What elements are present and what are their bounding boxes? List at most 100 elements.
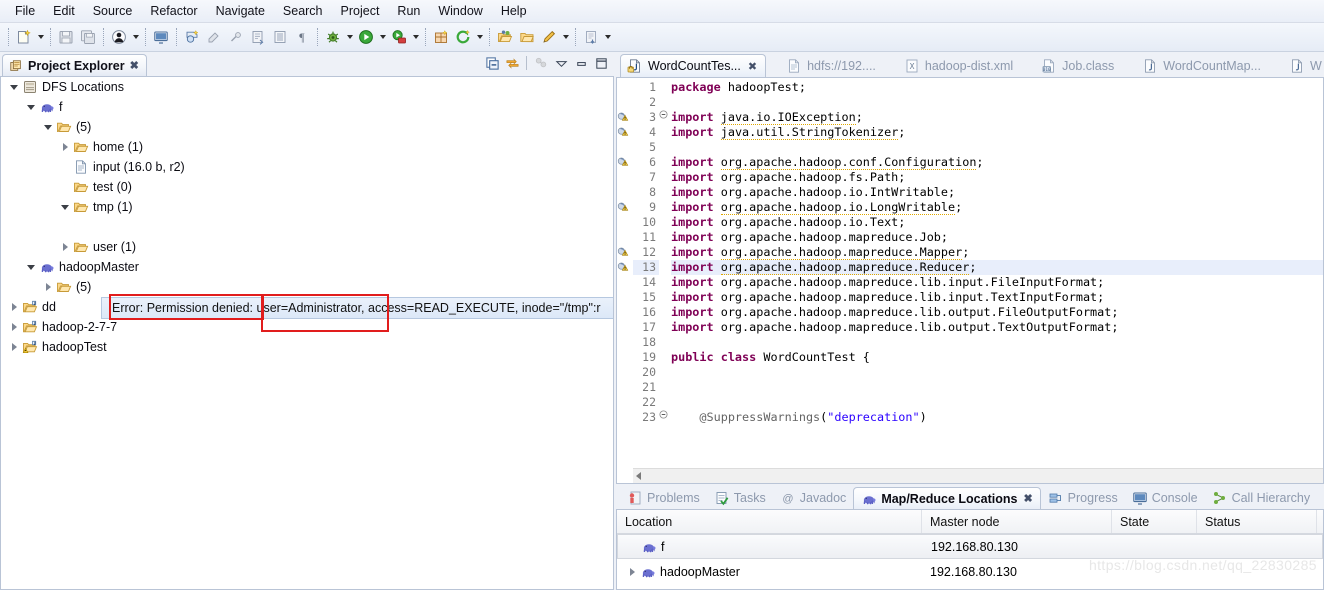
fold-collapse-icon[interactable]: [659, 110, 671, 125]
dropdown-arrow-icon[interactable]: [474, 26, 485, 48]
debug-icon[interactable]: [322, 26, 344, 48]
java-editor[interactable]: 1 2 3 4 5 6 7 8 9 10 11 12 13 14 15 16 17 18 19 20 21 22 23 pa…: [616, 77, 1324, 484]
table-row[interactable]: f 192.168.80.130: [617, 534, 1323, 559]
menu-item-refactor[interactable]: Refactor: [141, 1, 206, 22]
warning-marker-icon[interactable]: [617, 123, 633, 138]
bottom-tab-ju[interactable]: JuJU: [1317, 487, 1324, 509]
tree-item-home-1[interactable]: home (1): [1, 137, 613, 157]
expand-arrow-icon[interactable]: [7, 317, 21, 337]
tree-item-hadoopmaster[interactable]: hadoopMaster: [1, 257, 613, 277]
bottom-tab-progress[interactable]: Progress: [1041, 487, 1125, 509]
menu-item-source[interactable]: Source: [84, 1, 142, 22]
open-type-icon[interactable]: [494, 26, 516, 48]
tree-item-5[interactable]: (5): [1, 277, 613, 297]
tree-item-test-0[interactable]: test (0): [1, 177, 613, 197]
run-external-tools-icon[interactable]: [388, 26, 410, 48]
collapse-arrow-icon[interactable]: [58, 197, 72, 217]
dropdown-arrow-icon[interactable]: [602, 26, 613, 48]
collapse-arrow-icon[interactable]: [7, 77, 21, 97]
export-icon[interactable]: [247, 26, 269, 48]
annotation-pen-icon[interactable]: [538, 26, 560, 48]
column-header-status[interactable]: Status: [1197, 510, 1317, 533]
tree-item-tmp-1[interactable]: tmp (1): [1, 197, 613, 217]
close-icon[interactable]: ✖: [1023, 492, 1032, 505]
view-menu-icon[interactable]: [552, 54, 570, 72]
warning-marker-icon[interactable]: [617, 243, 633, 258]
bottom-tab-problems[interactable]: Problems: [620, 487, 707, 509]
warning-marker-icon[interactable]: [617, 258, 633, 273]
expand-arrow-icon[interactable]: [7, 297, 21, 317]
tree-item-user-1[interactable]: user (1): [1, 237, 613, 257]
editor-tab-w[interactable]: W: [1283, 54, 1324, 77]
collapse-all-icon[interactable]: [483, 54, 501, 72]
scroll-left-icon[interactable]: [636, 472, 641, 480]
dfs-tree[interactable]: DFS Locations f (5) home (1) input (16.0 b, …: [0, 76, 614, 590]
collapse-arrow-icon[interactable]: [24, 97, 38, 117]
dropdown-arrow-icon[interactable]: [377, 26, 388, 48]
tree-item-f[interactable]: f: [1, 97, 613, 117]
new-wizard-icon[interactable]: [13, 26, 35, 48]
user-icon[interactable]: [108, 26, 130, 48]
save-all-icon[interactable]: [77, 26, 99, 48]
warning-marker-icon[interactable]: [617, 153, 633, 168]
column-header-master-node[interactable]: Master node: [922, 510, 1112, 533]
bottom-tab-javadoc[interactable]: @ Javadoc: [773, 487, 854, 509]
menu-item-project[interactable]: Project: [332, 1, 389, 22]
tab-project-explorer[interactable]: Project Explorer ✖: [2, 54, 147, 76]
bottom-tab-map-reduce-locations[interactable]: Map/Reduce Locations ✖: [853, 487, 1041, 509]
editor-horizontal-scrollbar[interactable]: [633, 468, 1323, 483]
menu-item-run[interactable]: Run: [388, 1, 429, 22]
expand-arrow-icon[interactable]: [58, 137, 72, 157]
source-text[interactable]: package hadoopTest; import java.io.IOExc…: [671, 78, 1323, 467]
expand-arrow-icon[interactable]: [58, 237, 72, 257]
annotation-ruler[interactable]: [617, 78, 633, 467]
menu-item-file[interactable]: File: [6, 1, 44, 22]
dropdown-arrow-icon[interactable]: [410, 26, 421, 48]
editor-tab-hdfs-192[interactable]: hdfs://192....: [780, 54, 884, 77]
collapse-arrow-icon[interactable]: [24, 257, 38, 277]
tree-item-hadoop-2-7-7[interactable]: hadoop-2-7-7: [1, 317, 613, 337]
minimize-icon[interactable]: [572, 54, 590, 72]
new-java-package-icon[interactable]: [181, 26, 203, 48]
tree-item-input-16-0-b-r2[interactable]: input (16.0 b, r2): [1, 157, 613, 177]
permission-denied-error-row[interactable]: Error: Permission denied: user=Administr…: [101, 297, 613, 319]
properties-icon[interactable]: [269, 26, 291, 48]
code-area[interactable]: 1 2 3 4 5 6 7 8 9 10 11 12 13 14 15 16 17 18 19 20 21 22 23 pa…: [617, 78, 1323, 467]
editor-tab-wordcounttes[interactable]: WordCountTes... ✖: [620, 54, 767, 77]
quick-fix-icon[interactable]: [203, 26, 225, 48]
open-task-icon[interactable]: [516, 26, 538, 48]
column-header-location[interactable]: Location: [617, 510, 922, 533]
editor-tab-wordcountmap[interactable]: WordCountMap...: [1136, 54, 1269, 77]
menu-item-navigate[interactable]: Navigate: [207, 1, 274, 22]
save-icon[interactable]: [55, 26, 77, 48]
bottom-tab-console[interactable]: Console: [1125, 487, 1205, 509]
dropdown-arrow-icon[interactable]: [130, 26, 141, 48]
expand-arrow-icon[interactable]: [41, 277, 55, 297]
new-package-gift-icon[interactable]: [430, 26, 452, 48]
console-icon[interactable]: [150, 26, 172, 48]
clean-icon[interactable]: [225, 26, 247, 48]
link-with-editor-icon[interactable]: [503, 54, 521, 72]
bottom-tab-call-hierarchy[interactable]: Call Hierarchy: [1205, 487, 1318, 509]
fold-collapse-icon[interactable]: [659, 410, 671, 425]
dropdown-arrow-icon[interactable]: [560, 26, 571, 48]
expand-arrow-icon[interactable]: [7, 337, 21, 357]
menu-item-window[interactable]: Window: [429, 1, 491, 22]
tree-item-hadooptest[interactable]: hadoopTest: [1, 337, 613, 357]
next-annotation-icon[interactable]: [580, 26, 602, 48]
dropdown-arrow-icon[interactable]: [35, 26, 46, 48]
folding-ruler[interactable]: [659, 78, 671, 467]
maximize-icon[interactable]: [592, 54, 610, 72]
column-header-state[interactable]: State: [1112, 510, 1197, 533]
collapse-arrow-icon[interactable]: [41, 117, 55, 137]
menu-item-help[interactable]: Help: [492, 1, 536, 22]
editor-tab-job-class[interactable]: 010 Job.class: [1035, 54, 1122, 77]
run-icon[interactable]: [355, 26, 377, 48]
map-reduce-locations-table[interactable]: Location Master node State Status f 192.168.…: [616, 509, 1324, 590]
tree-item-dfs-locations[interactable]: DFS Locations: [1, 77, 613, 97]
paragraph-icon[interactable]: ¶: [291, 26, 313, 48]
menu-item-edit[interactable]: Edit: [44, 1, 84, 22]
dropdown-arrow-icon[interactable]: [344, 26, 355, 48]
focus-on-active-task-icon[interactable]: [532, 54, 550, 72]
close-icon[interactable]: ✖: [130, 59, 139, 72]
